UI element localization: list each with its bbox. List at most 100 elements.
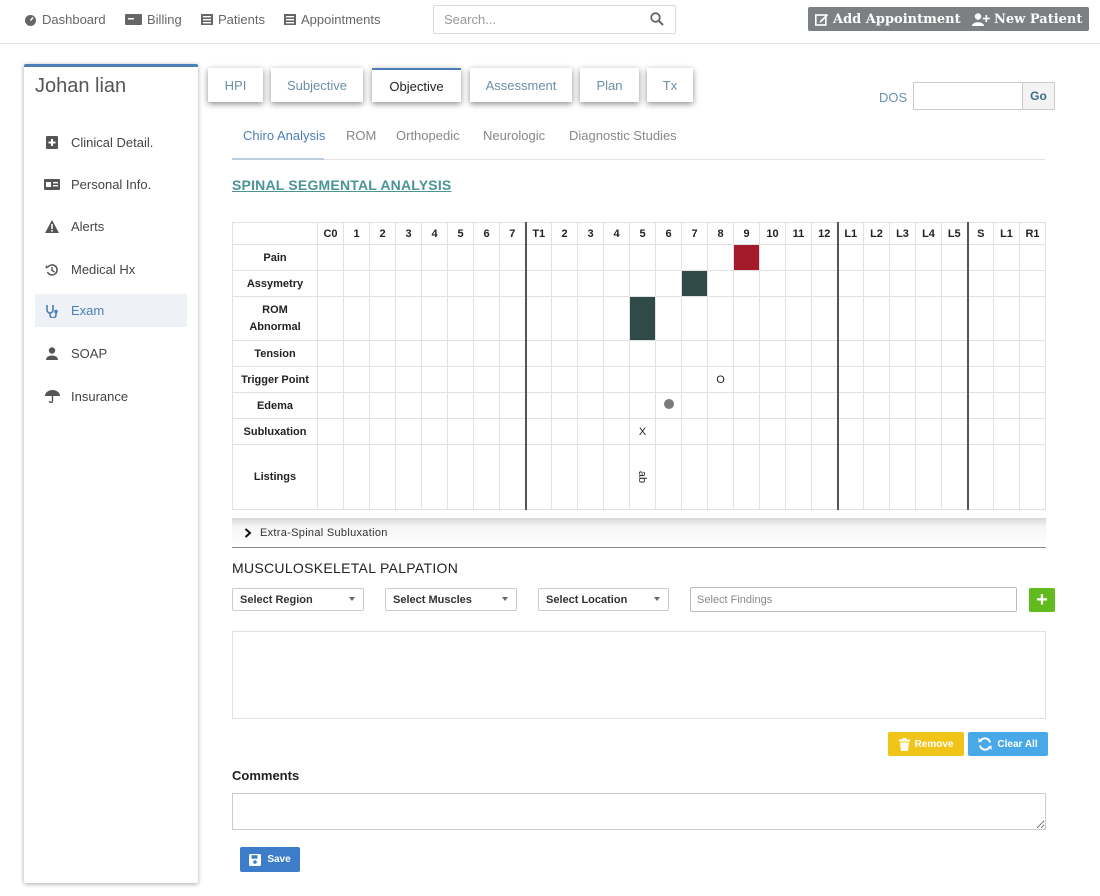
grid-cell[interactable]	[941, 418, 968, 445]
grid-cell[interactable]	[889, 270, 916, 297]
grid-cell[interactable]	[785, 366, 812, 393]
grid-cell[interactable]	[524, 392, 552, 419]
grid-cell[interactable]	[551, 366, 578, 393]
grid-cell[interactable]	[785, 270, 812, 297]
grid-cell[interactable]	[681, 366, 708, 393]
grid-cell[interactable]	[915, 270, 942, 297]
grid-cell[interactable]	[785, 340, 812, 367]
grid-cell[interactable]	[551, 418, 578, 445]
grid-cell[interactable]: ab	[629, 444, 656, 510]
grid-cell[interactable]	[1019, 444, 1046, 510]
grid-cell[interactable]	[993, 418, 1020, 445]
grid-cell[interactable]	[447, 296, 474, 341]
grid-cell[interactable]	[603, 366, 630, 393]
grid-cell[interactable]	[1019, 340, 1046, 367]
grid-cell[interactable]	[863, 244, 890, 271]
grid-cell[interactable]	[681, 392, 708, 419]
grid-cell[interactable]	[603, 340, 630, 367]
grid-cell[interactable]	[551, 296, 578, 341]
grid-cell[interactable]	[941, 244, 968, 271]
grid-cell[interactable]	[369, 444, 396, 510]
grid-cell[interactable]	[473, 366, 500, 393]
grid-cell[interactable]	[603, 270, 630, 297]
grid-cell[interactable]	[707, 340, 734, 367]
grid-cell[interactable]	[629, 296, 656, 341]
grid-cell[interactable]	[759, 340, 786, 367]
grid-cell[interactable]	[966, 340, 994, 367]
grid-cell[interactable]	[759, 392, 786, 419]
sidebar-item-soap[interactable]: SOAP	[35, 337, 187, 370]
grid-cell[interactable]	[577, 270, 604, 297]
grid-cell[interactable]	[889, 340, 916, 367]
grid-cell[interactable]	[889, 296, 916, 341]
grid-cell[interactable]	[577, 392, 604, 419]
grid-cell[interactable]	[811, 244, 838, 271]
grid-cell[interactable]	[577, 244, 604, 271]
grid-cell[interactable]	[395, 296, 422, 341]
grid-cell[interactable]	[733, 444, 760, 510]
grid-cell[interactable]	[811, 296, 838, 341]
grid-cell[interactable]	[993, 392, 1020, 419]
grid-cell[interactable]	[551, 244, 578, 271]
grid-cell[interactable]	[707, 296, 734, 341]
sidebar-item-personal-info[interactable]: Personal Info.	[35, 168, 187, 201]
grid-cell[interactable]	[889, 392, 916, 419]
grid-cell[interactable]	[785, 392, 812, 419]
grid-cell[interactable]	[499, 244, 526, 271]
subtab-orthopedic[interactable]: Orthopedic	[396, 128, 460, 143]
grid-cell[interactable]	[915, 392, 942, 419]
grid-cell[interactable]	[395, 418, 422, 445]
grid-cell[interactable]	[836, 418, 864, 445]
subtab-neurologic[interactable]: Neurologic	[483, 128, 545, 143]
subtab-chiro-analysis[interactable]: Chiro Analysis	[243, 128, 325, 143]
grid-cell[interactable]	[681, 340, 708, 367]
search-icon[interactable]	[650, 12, 664, 26]
grid-cell[interactable]	[941, 340, 968, 367]
grid-cell[interactable]	[499, 418, 526, 445]
grid-cell[interactable]	[941, 366, 968, 393]
grid-cell[interactable]	[447, 444, 474, 510]
findings-input[interactable]	[690, 587, 1017, 612]
grid-cell[interactable]	[524, 244, 552, 271]
tab-objective[interactable]: Objective	[372, 68, 461, 102]
grid-cell[interactable]	[473, 418, 500, 445]
grid-cell[interactable]	[499, 444, 526, 510]
grid-cell[interactable]	[707, 418, 734, 445]
grid-cell[interactable]	[655, 270, 682, 297]
grid-cell[interactable]	[966, 418, 994, 445]
grid-cell[interactable]	[629, 340, 656, 367]
grid-cell[interactable]	[863, 392, 890, 419]
grid-cell[interactable]	[317, 392, 344, 419]
grid-cell[interactable]	[733, 244, 760, 271]
grid-cell[interactable]	[473, 244, 500, 271]
grid-cell[interactable]	[343, 366, 370, 393]
grid-cell[interactable]	[993, 340, 1020, 367]
grid-cell[interactable]	[577, 340, 604, 367]
tab-subjective[interactable]: Subjective	[271, 68, 363, 102]
grid-cell[interactable]	[655, 418, 682, 445]
grid-cell[interactable]	[603, 392, 630, 419]
grid-cell[interactable]	[836, 244, 864, 271]
grid-cell[interactable]	[915, 296, 942, 341]
grid-cell[interactable]	[655, 366, 682, 393]
grid-cell[interactable]	[993, 270, 1020, 297]
grid-cell[interactable]	[499, 340, 526, 367]
grid-cell[interactable]	[681, 444, 708, 510]
grid-cell[interactable]	[421, 244, 448, 271]
grid-cell[interactable]	[836, 270, 864, 297]
grid-cell[interactable]	[395, 392, 422, 419]
comments-textarea[interactable]	[232, 793, 1046, 830]
grid-cell[interactable]	[836, 392, 864, 419]
grid-cell[interactable]	[447, 418, 474, 445]
grid-cell[interactable]	[603, 444, 630, 510]
grid-cell[interactable]	[369, 270, 396, 297]
grid-cell[interactable]	[915, 418, 942, 445]
grid-cell[interactable]	[629, 366, 656, 393]
grid-cell[interactable]	[733, 270, 760, 297]
nav-appointments[interactable]: Appointments	[284, 12, 381, 27]
grid-cell[interactable]	[759, 244, 786, 271]
grid-cell[interactable]	[395, 366, 422, 393]
grid-cell[interactable]	[603, 418, 630, 445]
grid-cell[interactable]	[863, 366, 890, 393]
grid-cell[interactable]	[993, 244, 1020, 271]
